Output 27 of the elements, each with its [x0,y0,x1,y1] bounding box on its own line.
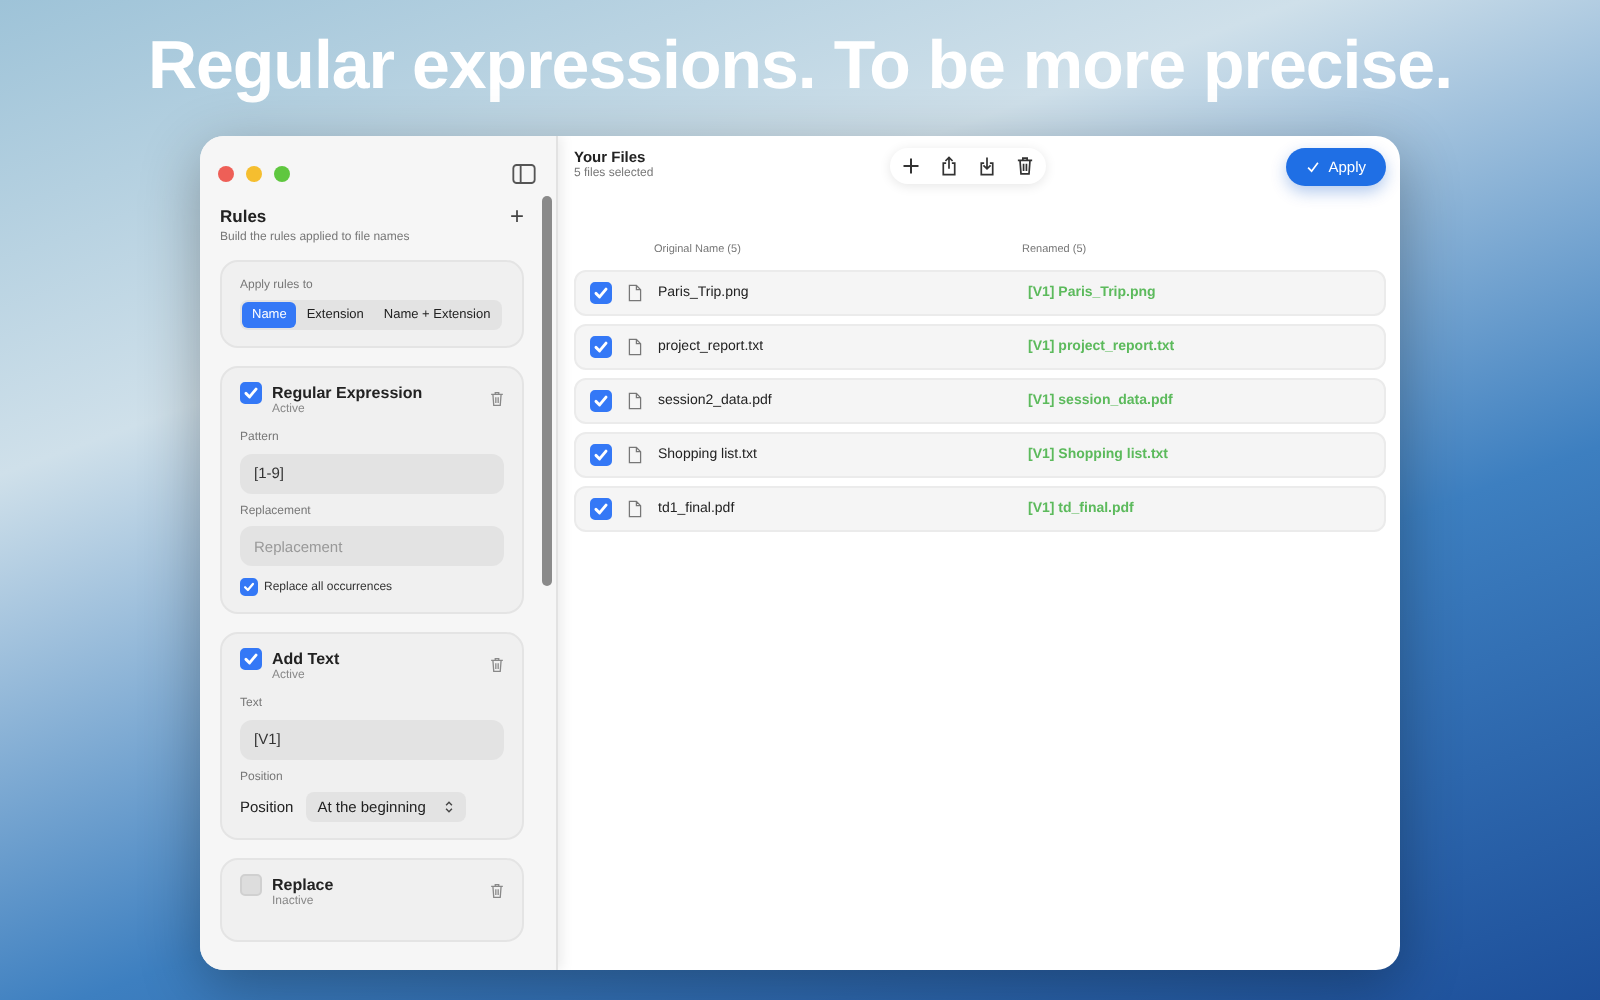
checkbox[interactable] [590,282,612,304]
checkmark-icon [1306,160,1321,174]
close-icon[interactable] [218,166,234,182]
checkbox[interactable] [590,444,612,466]
document-icon [628,284,642,302]
document-icon [628,500,642,518]
checkbox[interactable] [590,336,612,358]
checkbox[interactable] [240,648,262,670]
document-icon [628,392,642,410]
checkbox[interactable] [590,498,612,520]
add-icon[interactable] [902,156,920,176]
checkbox[interactable] [240,578,258,596]
document-icon [628,446,642,464]
trash-icon[interactable] [1016,156,1034,176]
checkbox[interactable] [240,382,262,404]
rule-title: Add Text [272,650,342,668]
download-icon[interactable] [978,156,996,176]
add-rule-button[interactable]: + [509,204,524,228]
rule-title: Replace [272,875,336,893]
share-icon[interactable] [940,156,958,176]
checkbox[interactable] [590,390,612,412]
sidebar-toggle-icon[interactable] [512,164,536,184]
rules-title: Rules [220,206,267,226]
chevron-icon [443,799,454,813]
headline: Regular expressions. To be more precise. [147,28,1453,108]
rule-title: Regular Expression [272,384,425,402]
document-icon [628,338,642,356]
